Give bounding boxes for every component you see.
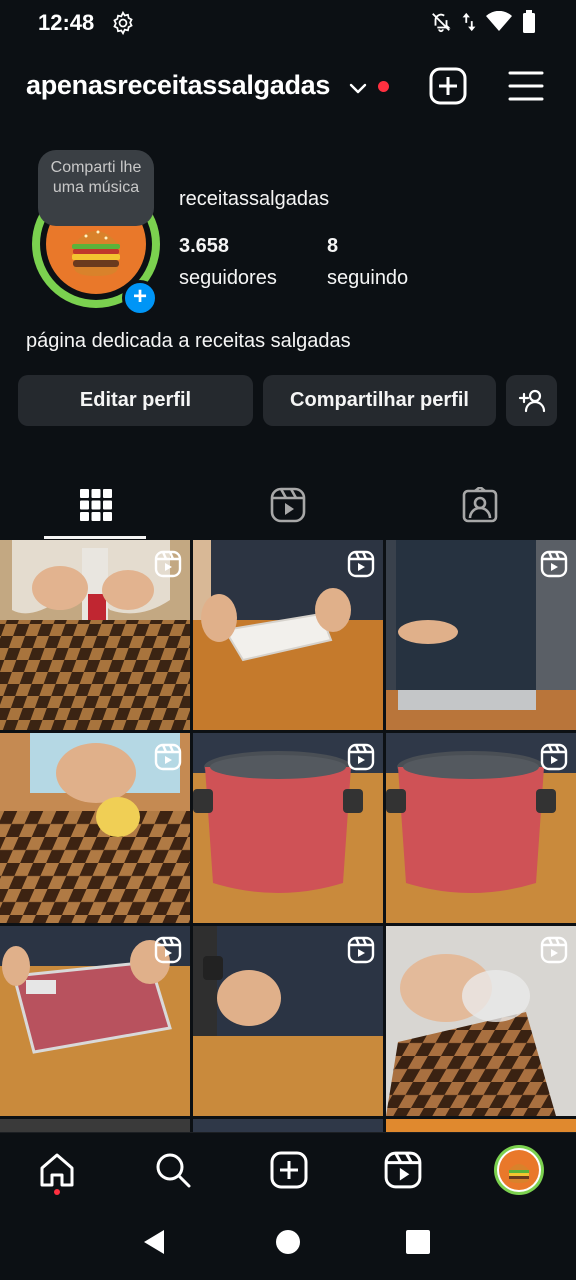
share-profile-button[interactable]: Compartilhar perfil [263,375,496,426]
tab-grid[interactable] [0,470,192,540]
account-username[interactable]: apenasreceitassalgadas [26,70,330,101]
system-navigation [0,1204,576,1280]
nav-create[interactable] [266,1147,312,1193]
posts-grid [0,540,576,1132]
reels-icon [384,1151,422,1189]
followers-stat[interactable]: 3.658 seguidores [179,230,277,294]
nav-home[interactable] [34,1147,80,1193]
reels-icon [270,487,306,523]
add-person-button[interactable] [506,375,557,426]
grid-item[interactable] [193,1119,383,1132]
reel-icon [540,936,568,964]
profile-name: receitassalgadas [179,188,330,210]
nav-reels[interactable] [380,1147,426,1193]
followers-count: 3.658 [179,235,230,257]
tab-reels[interactable] [192,470,384,540]
new-post-icon[interactable] [428,66,468,106]
home-notification-dot [54,1189,60,1195]
grid-item[interactable] [193,733,383,923]
edit-profile-button[interactable]: Editar perfil [18,375,253,426]
tab-tagged[interactable] [384,470,576,540]
profile-tabs [0,470,576,540]
following-label: seguindo [327,267,409,289]
create-icon [270,1151,308,1189]
add-story-button[interactable]: + [122,280,158,316]
tagged-icon [462,487,498,523]
reel-icon [154,936,182,964]
search-icon [156,1153,191,1188]
grid-item[interactable] [386,1119,576,1132]
reel-icon [347,743,375,771]
menu-icon[interactable] [506,66,546,106]
grid-item[interactable] [386,733,576,923]
reel-icon [347,550,375,578]
grid-item[interactable] [193,540,383,730]
grid-item[interactable] [0,926,190,1116]
grid-item[interactable] [0,733,190,923]
following-stat[interactable]: 8 seguindo [327,230,408,294]
grid-item[interactable] [193,926,383,1116]
nav-search[interactable] [150,1147,196,1193]
profile-bio: página dedicada a receitas salgadas [26,330,351,352]
profile-avatar [499,1150,539,1190]
grid-item[interactable] [386,540,576,730]
back-icon[interactable] [138,1226,170,1258]
data-arrows-icon [462,12,476,32]
grid-icon [80,489,112,521]
status-bar: 12:48 [0,0,576,44]
grid-item[interactable] [0,1119,190,1132]
note-bubble[interactable]: Comparti lhe uma música [38,150,154,226]
reel-icon [347,936,375,964]
bottom-navigation [0,1132,576,1204]
add-person-icon [518,389,545,412]
chevron-down-icon[interactable] [346,76,370,100]
reel-icon [540,550,568,578]
followers-label: seguidores [179,267,277,289]
wifi-icon [486,11,512,31]
following-count: 8 [327,235,339,257]
nav-profile[interactable] [494,1145,544,1195]
reel-icon [154,743,182,771]
profile-header: apenasreceitassalgadas [0,62,576,110]
grid-item[interactable] [386,926,576,1116]
home-icon [40,1153,74,1187]
status-time: 12:48 [38,10,95,35]
gear-icon [113,10,133,36]
active-tab-indicator [44,536,146,539]
notification-dot [378,81,389,92]
reel-icon [154,550,182,578]
recents-icon[interactable] [402,1226,434,1258]
reel-icon [540,743,568,771]
home-button-icon[interactable] [272,1226,304,1258]
bell-off-icon [432,13,451,33]
grid-item[interactable] [0,540,190,730]
battery-icon [523,10,535,33]
